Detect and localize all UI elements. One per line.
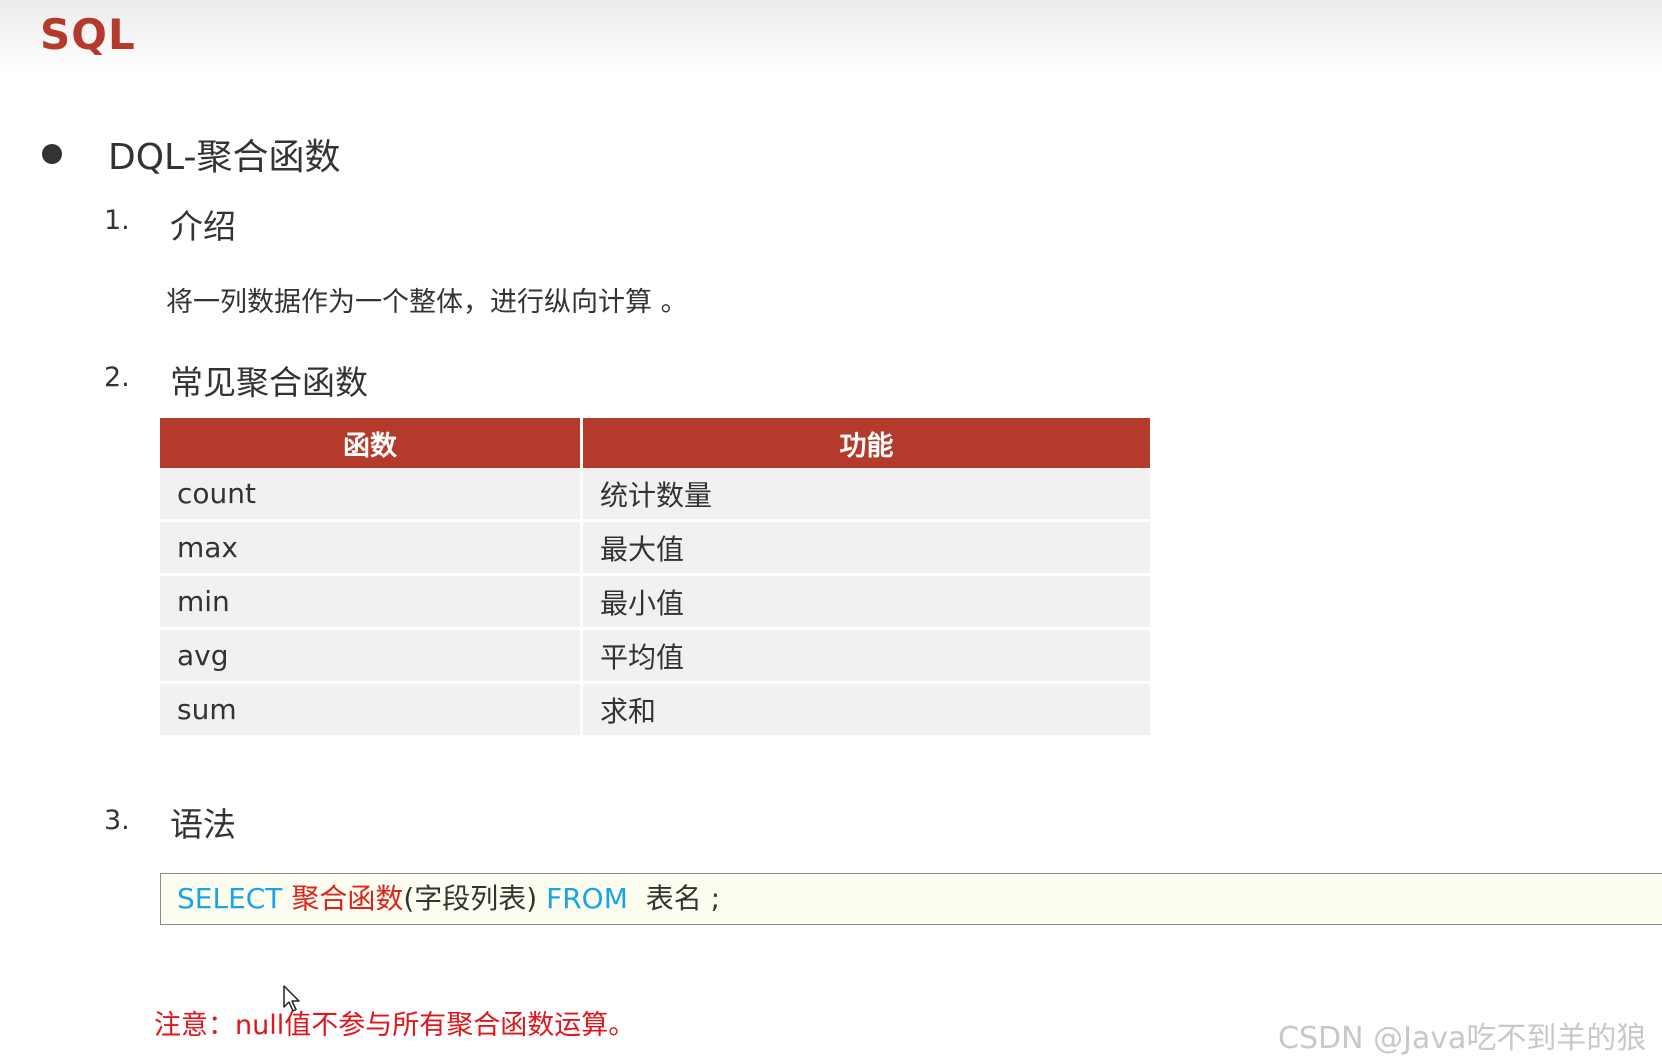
- header-band: [0, 0, 1662, 72]
- aggregate-function-token: 聚合函数: [291, 882, 404, 915]
- table-header-row: 函数 功能: [160, 418, 1150, 468]
- common-functions-title: 常见聚合函数: [170, 363, 368, 402]
- section-title: DQL-聚合函数: [108, 137, 341, 178]
- table-row: max 最大值: [160, 522, 1150, 576]
- column-header-function: 函数: [160, 418, 583, 468]
- intro-description: 将一列数据作为一个整体，进行纵向计算 。: [166, 287, 688, 318]
- function-desc-cell: 最小值: [583, 576, 1150, 630]
- select-keyword: SELECT: [177, 882, 283, 915]
- function-desc-cell: 平均值: [583, 630, 1150, 684]
- function-name-cell: sum: [160, 684, 583, 738]
- field-list-token: (字段列表): [403, 882, 538, 915]
- table-name-token: 表名 ;: [645, 882, 721, 915]
- syntax-code-box: SELECT 聚合函数(字段列表) FROM 表名 ;: [160, 873, 1662, 925]
- function-desc-cell: 求和: [583, 684, 1150, 738]
- table-row: min 最小值: [160, 576, 1150, 630]
- item-number-1: 1.: [104, 205, 130, 236]
- page-title: SQL: [40, 10, 136, 59]
- csdn-watermark: CSDN @Java吃不到羊的狼: [1278, 1021, 1647, 1056]
- item-number-2: 2.: [104, 362, 130, 393]
- null-note: 注意：null值不参与所有聚合函数运算。: [154, 1010, 636, 1041]
- function-name-cell: count: [160, 468, 583, 522]
- item-number-3: 3.: [104, 805, 130, 836]
- syntax-title: 语法: [170, 805, 236, 844]
- function-name-cell: avg: [160, 630, 583, 684]
- bullet-icon: [42, 144, 62, 164]
- function-name-cell: max: [160, 522, 583, 576]
- function-desc-cell: 最大值: [583, 522, 1150, 576]
- table-row: sum 求和: [160, 684, 1150, 738]
- table-row: count 统计数量: [160, 468, 1150, 522]
- from-keyword: FROM: [546, 882, 628, 915]
- function-name-cell: min: [160, 576, 583, 630]
- table-row: avg 平均值: [160, 630, 1150, 684]
- column-header-description: 功能: [583, 418, 1150, 468]
- mouse-cursor-icon: [283, 985, 300, 1012]
- function-desc-cell: 统计数量: [583, 468, 1150, 522]
- intro-title: 介绍: [170, 207, 236, 246]
- aggregate-function-table: 函数 功能 count 统计数量 max 最大值 min 最小值 avg 平均值…: [160, 418, 1150, 738]
